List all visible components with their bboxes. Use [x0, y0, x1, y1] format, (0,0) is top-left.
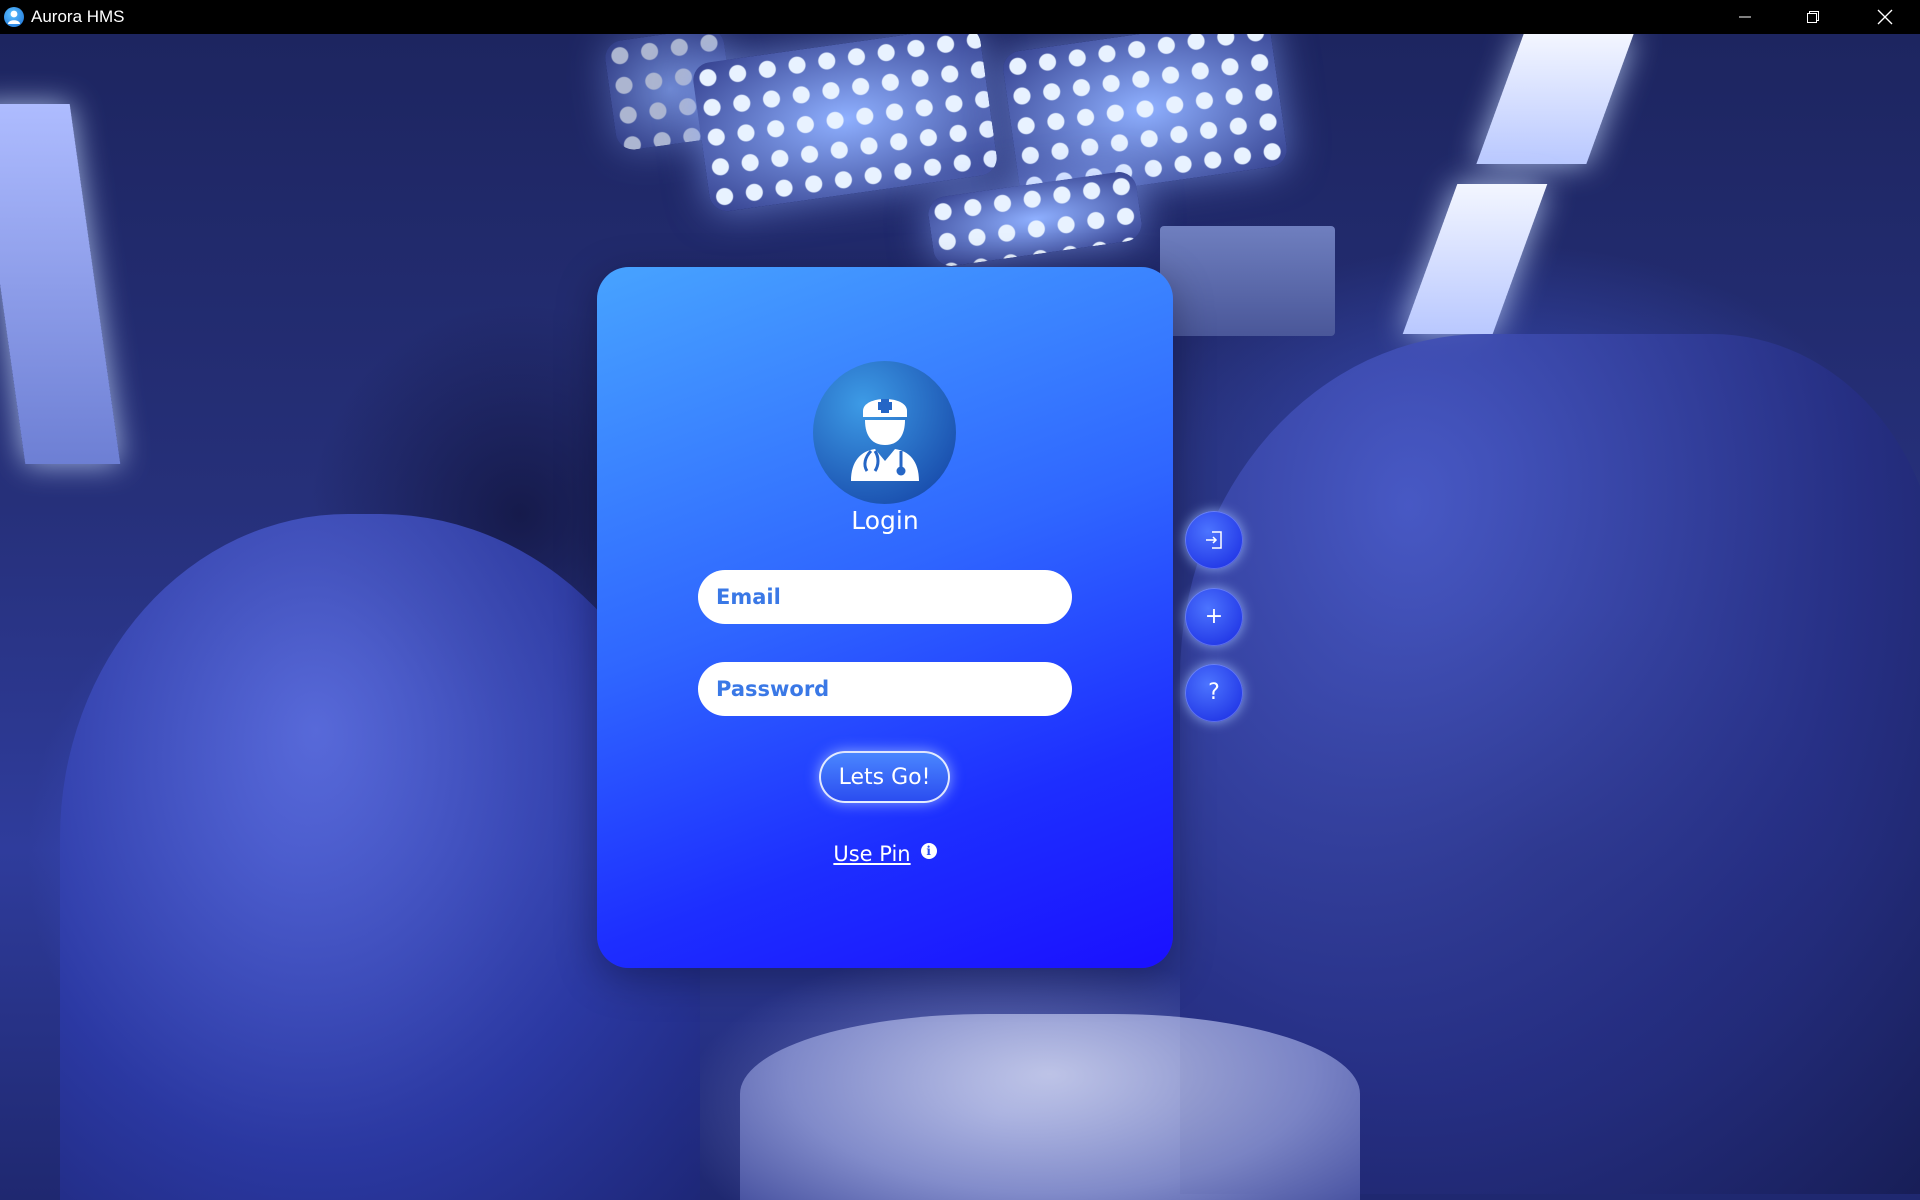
login-icon	[1206, 531, 1222, 549]
login-card: Login Lets Go! Use Pin i	[597, 267, 1173, 968]
app-logo-icon	[4, 7, 24, 27]
info-icon[interactable]: i	[920, 843, 937, 859]
side-help-button[interactable]: ?	[1185, 664, 1243, 722]
close-button[interactable]	[1850, 0, 1920, 34]
login-title: Login	[851, 506, 919, 535]
patient-drape	[740, 1014, 1360, 1200]
surgical-light	[690, 34, 1000, 214]
side-login-button[interactable]	[1185, 511, 1243, 569]
email-field[interactable]	[698, 570, 1072, 624]
use-pin-row: Use Pin i	[597, 842, 1173, 866]
side-add-button[interactable]: +	[1185, 588, 1243, 646]
restore-button[interactable]	[1778, 0, 1848, 34]
help-icon: ?	[1208, 680, 1220, 705]
plus-icon: +	[1204, 604, 1224, 629]
window-title: Aurora HMS	[31, 7, 125, 26]
surgical-light	[1000, 34, 1290, 203]
close-icon	[1877, 9, 1893, 25]
avatar	[813, 361, 956, 504]
password-field[interactable]	[698, 662, 1072, 716]
restore-icon	[1807, 11, 1819, 23]
surgical-light	[926, 169, 1144, 269]
ceiling-light	[1402, 184, 1548, 334]
ceiling-light	[1476, 34, 1634, 164]
medical-equipment	[1160, 226, 1335, 336]
minimize-button[interactable]	[1710, 0, 1780, 34]
ceiling-light	[0, 104, 121, 464]
title-bar: Aurora HMS	[0, 0, 1920, 34]
doctor-icon	[850, 398, 919, 481]
app-window: Aurora HMS Login Email Lets Go! Use Pin …	[0, 0, 1920, 1200]
login-submit-button[interactable]: Lets Go!	[819, 751, 950, 803]
minimize-icon	[1739, 16, 1751, 18]
use-pin-link[interactable]: Use Pin	[833, 842, 910, 866]
